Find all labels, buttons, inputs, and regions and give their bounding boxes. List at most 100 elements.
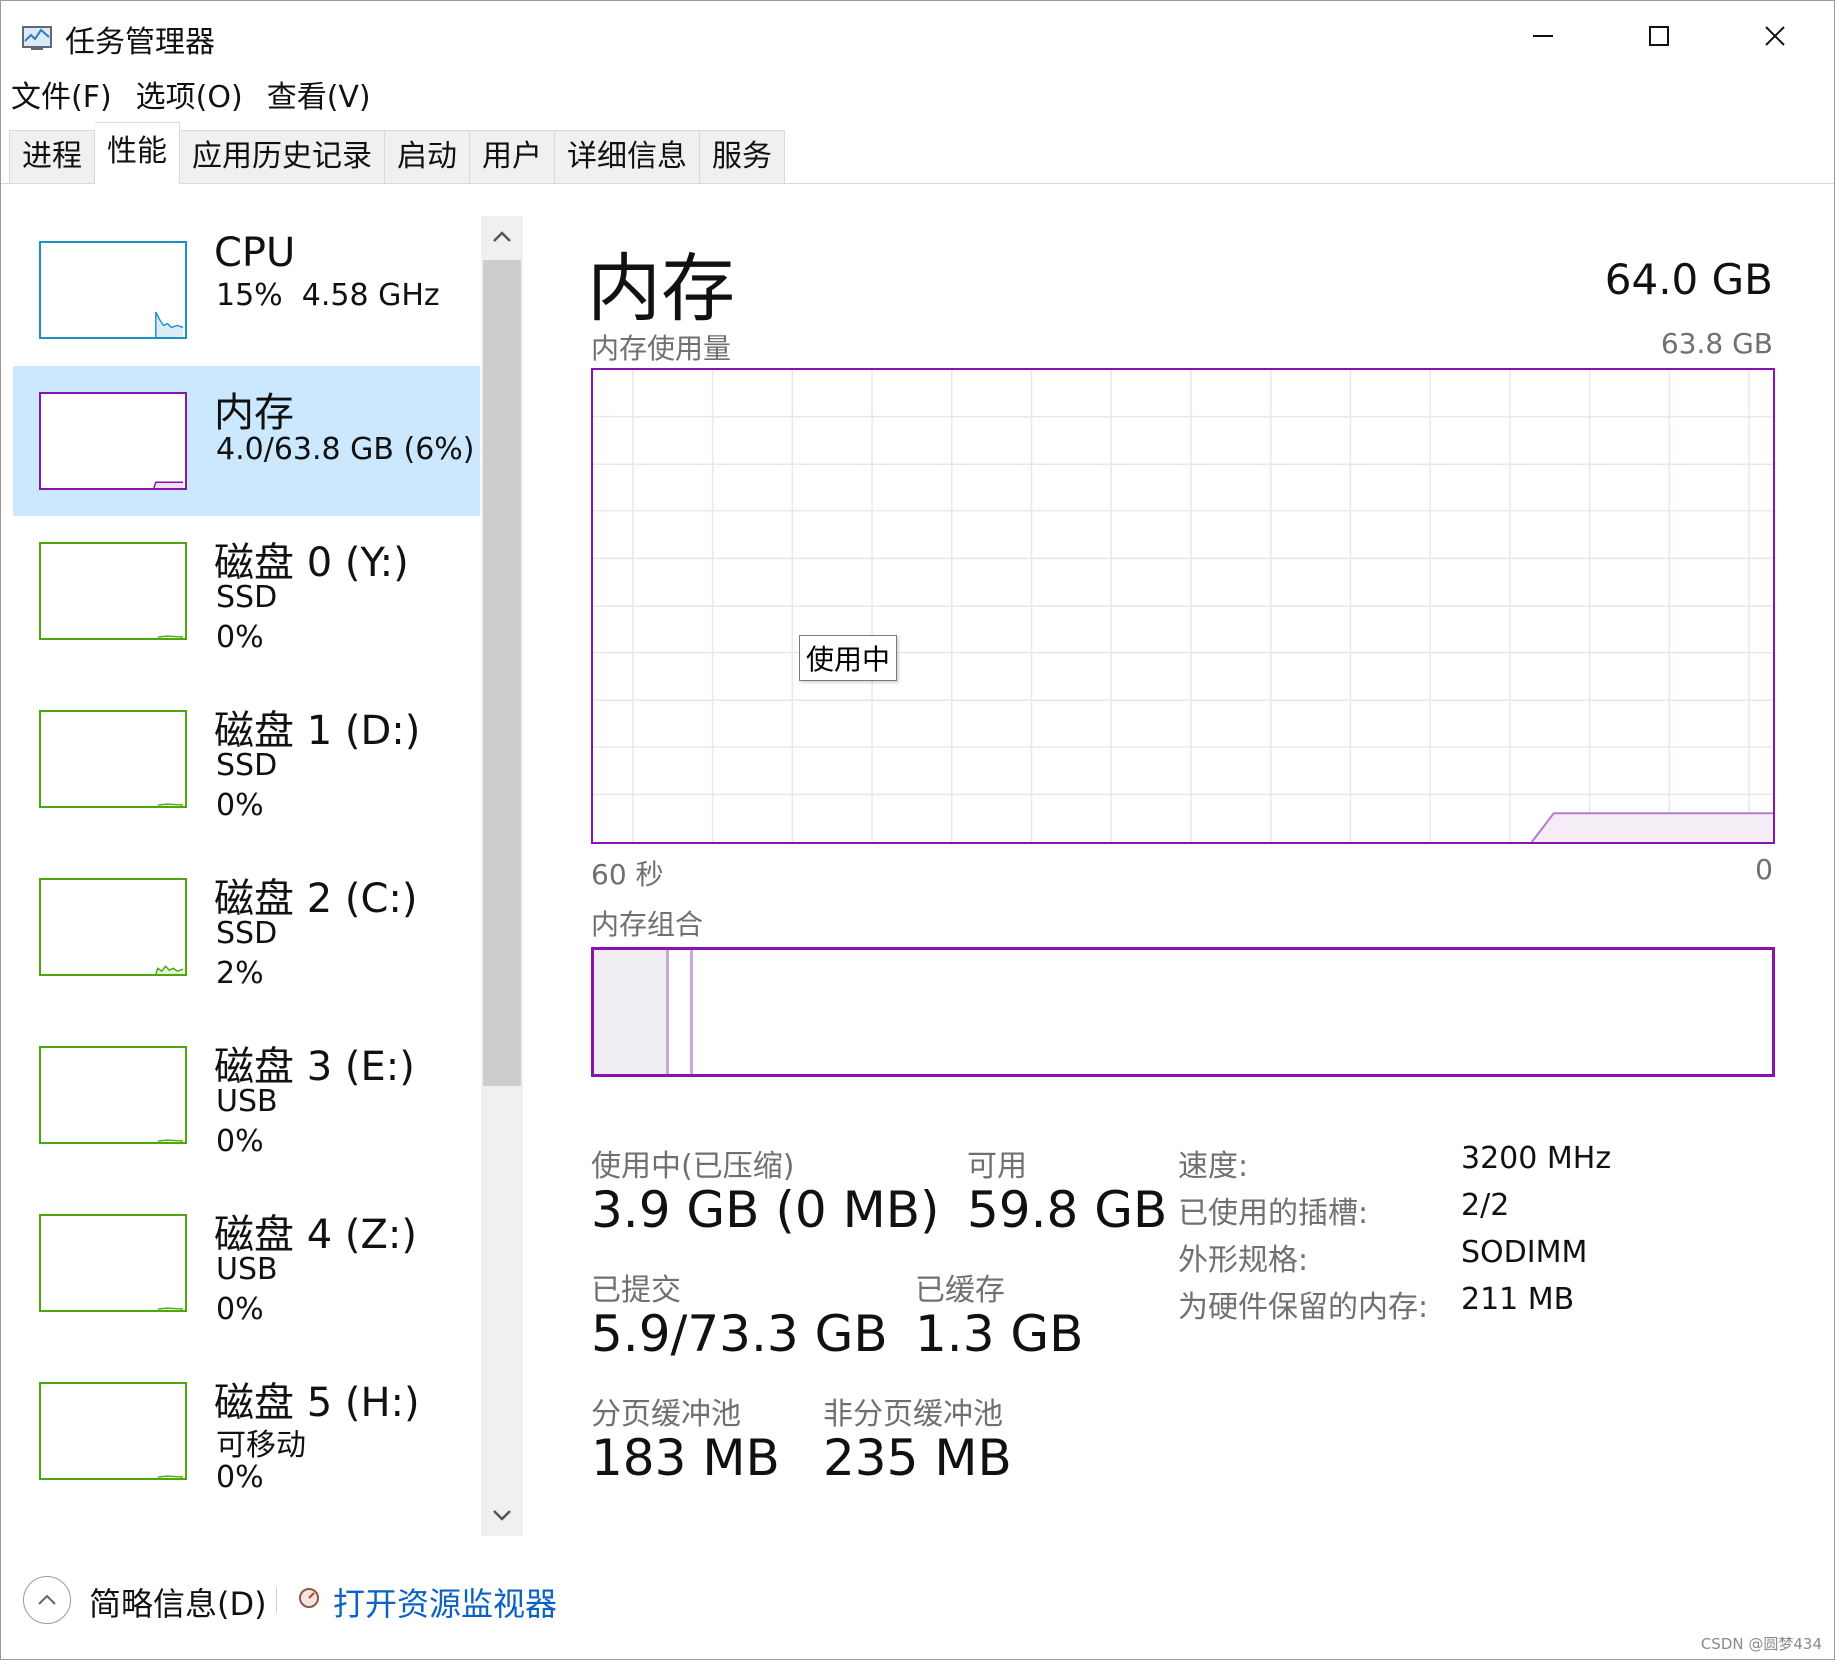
disk-0-usage: 0% [216, 620, 264, 655]
tab-app-history[interactable]: 应用历史记录 [180, 130, 385, 184]
composition-modified[interactable] [669, 950, 693, 1074]
page-title: 内存 [587, 246, 735, 332]
scroll-down-button[interactable] [481, 1496, 523, 1536]
disk-1-thumbnail-graph [39, 710, 187, 808]
composition-in-use[interactable] [594, 950, 669, 1074]
composition-label: 内存组合 [591, 908, 704, 941]
sidebar-item-memory[interactable]: 内存 4.0/63.8 GB (6%) [13, 366, 480, 516]
committed-label: 已提交 [591, 1273, 681, 1308]
cached-value: 1.3 GB [915, 1305, 1084, 1363]
disk-5-usage: 0% [216, 1460, 264, 1495]
chevron-up-icon [493, 231, 511, 242]
disk-1-usage: 0% [216, 788, 264, 823]
disk-5-type: 可移动 [216, 1428, 306, 1463]
paged-pool-value: 183 MB [591, 1429, 780, 1487]
memory-usage-graph [591, 368, 1775, 844]
disk-3-thumbnail-graph [39, 1046, 187, 1144]
menu-file[interactable]: 文件(F) [1, 75, 126, 121]
available-label: 可用 [967, 1149, 1027, 1184]
close-icon [1765, 26, 1785, 46]
cpu-thumbnail-graph [39, 241, 187, 339]
memory-summary: 4.0/63.8 GB (6%) [216, 432, 475, 467]
form-factor-value: SODIMM [1461, 1235, 1588, 1270]
title-bar: 任务管理器 [1, 1, 1834, 71]
disk-0-type: SSD [216, 580, 278, 615]
tab-performance[interactable]: 性能 [95, 122, 180, 184]
open-resource-monitor-link[interactable]: 打开资源监视器 [333, 1579, 557, 1625]
graph-time-start: 60 秒 [591, 858, 664, 891]
disk-3-type: USB [216, 1084, 278, 1119]
watermark: CSDN @圆梦434 [1700, 1635, 1822, 1653]
tab-services[interactable]: 服务 [700, 130, 785, 184]
memory-composition-bar [591, 947, 1775, 1077]
paged-pool-label: 分页缓冲池 [591, 1397, 741, 1432]
nonpaged-pool-label: 非分页缓冲池 [823, 1397, 1003, 1432]
in-use-value: 3.9 GB (0 MB) [591, 1181, 940, 1239]
sidebar-scrollbar[interactable] [481, 216, 523, 1536]
tab-startup[interactable]: 启动 [385, 130, 470, 184]
scroll-up-button[interactable] [481, 216, 523, 256]
close-button[interactable] [1717, 1, 1833, 71]
disk-1-type: SSD [216, 748, 278, 783]
cached-label: 已缓存 [915, 1273, 1005, 1308]
sidebar-item-disk-4[interactable]: 磁盘 4 (Z:) USB 0% [13, 1188, 480, 1338]
available-value: 59.8 GB [967, 1181, 1168, 1239]
disk-2-thumbnail-graph [39, 878, 187, 976]
minimize-button[interactable] [1485, 1, 1601, 71]
sidebar-item-disk-5[interactable]: 磁盘 5 (H:) 可移动 0% [13, 1356, 480, 1506]
scroll-thumb[interactable] [483, 260, 521, 1086]
tab-details[interactable]: 详细信息 [555, 130, 700, 184]
memory-thumbnail-graph [39, 392, 187, 490]
memory-usage-area [1531, 813, 1773, 842]
sidebar-item-disk-1[interactable]: 磁盘 1 (D:) SSD 0% [13, 684, 480, 834]
sidebar-item-disk-0[interactable]: 磁盘 0 (Y:) SSD 0% [13, 516, 480, 666]
fewer-details-link[interactable]: 简略信息(D) [89, 1579, 267, 1625]
disk-4-usage: 0% [216, 1292, 264, 1327]
cpu-title: CPU [214, 230, 296, 276]
in-use-label: 使用中(已压缩) [591, 1149, 795, 1184]
tab-users[interactable]: 用户 [470, 130, 555, 184]
chevron-down-icon [493, 1510, 511, 1521]
form-factor-label: 外形规格: [1178, 1243, 1309, 1278]
graph-time-end: 0 [1755, 853, 1773, 886]
sidebar-item-cpu[interactable]: CPU 15% 4.58 GHz [13, 216, 480, 366]
disk-5-thumbnail-graph [39, 1382, 187, 1480]
disk-4-type: USB [216, 1252, 278, 1287]
disk-4-thumbnail-graph [39, 1214, 187, 1312]
slots-label: 已使用的插槽: [1178, 1196, 1369, 1231]
minimize-icon [1533, 35, 1553, 37]
sidebar-item-disk-2[interactable]: 磁盘 2 (C:) SSD 2% [13, 852, 480, 1002]
disk-2-usage: 2% [216, 956, 264, 991]
disk-2-type: SSD [216, 916, 278, 951]
hardware-reserved-value: 211 MB [1461, 1282, 1575, 1317]
window-title: 任务管理器 [65, 25, 215, 60]
menu-options[interactable]: 选项(O) [126, 75, 257, 121]
menu-view[interactable]: 查看(V) [257, 75, 385, 121]
maximize-icon [1649, 26, 1669, 46]
total-memory: 64.0 GB [1604, 255, 1773, 304]
menu-bar: 文件(F) 选项(O) 查看(V) [1, 75, 385, 121]
resource-monitor-icon [299, 1588, 319, 1608]
disk-0-thumbnail-graph [39, 542, 187, 640]
speed-label: 速度: [1178, 1149, 1249, 1184]
footer: 简略信息(D) 打开资源监视器 [1, 1541, 1834, 1659]
tab-bar: 进程 性能 应用历史记录 启动 用户 详细信息 服务 [1, 121, 1834, 184]
task-manager-window: 任务管理器 文件(F) 选项(O) 查看(V) 进程 性能 应用历史记录 启动 … [0, 0, 1835, 1660]
sidebar-item-disk-3[interactable]: 磁盘 3 (E:) USB 0% [13, 1020, 480, 1170]
memory-usage-label: 内存使用量 [591, 332, 732, 365]
fewer-details-button[interactable] [23, 1576, 71, 1624]
chevron-up-icon [38, 1594, 56, 1605]
cpu-speed: 4.58 GHz [301, 278, 440, 313]
cpu-stats: 15% 4.58 GHz [216, 278, 440, 313]
cpu-usage: 15% [216, 278, 283, 313]
graph-grid [593, 370, 1773, 842]
committed-value: 5.9/73.3 GB [591, 1305, 888, 1363]
slots-value: 2/2 [1461, 1188, 1510, 1223]
footer-divider [276, 1587, 277, 1613]
tab-processes[interactable]: 进程 [9, 130, 95, 184]
memory-usage-max: 63.8 GB [1660, 327, 1773, 360]
maximize-button[interactable] [1601, 1, 1717, 71]
in-use-tooltip: 使用中 [799, 635, 898, 681]
nonpaged-pool-value: 235 MB [823, 1429, 1012, 1487]
hardware-reserved-label: 为硬件保留的内存: [1178, 1290, 1429, 1325]
